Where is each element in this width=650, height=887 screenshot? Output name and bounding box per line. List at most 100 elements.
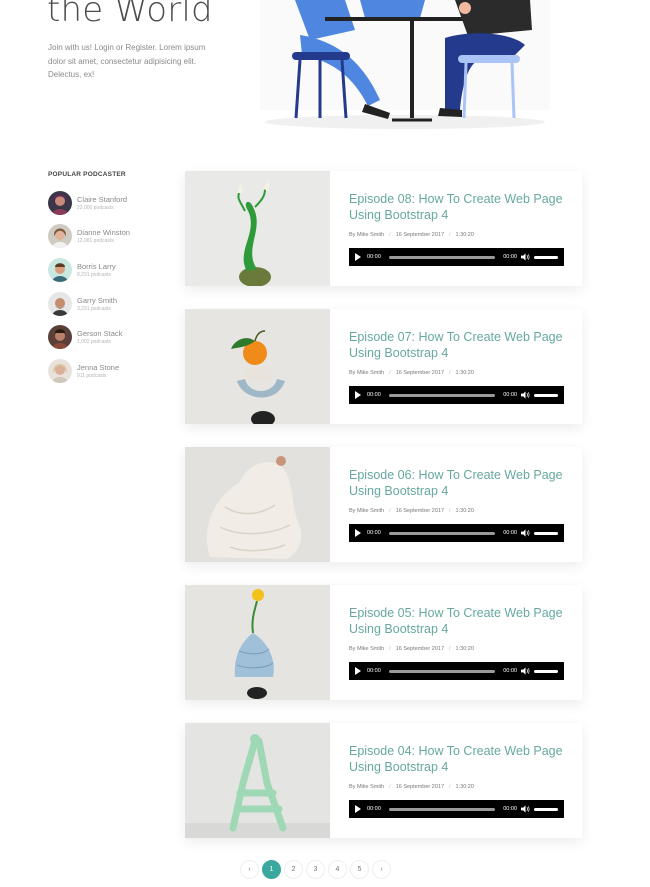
episode-meta: By Mike Smith/16 September 2017/1:30:20 — [349, 784, 474, 790]
seek-bar[interactable] — [388, 807, 496, 811]
play-icon[interactable] — [355, 253, 361, 261]
episode-author[interactable]: By Mike Smith — [349, 370, 384, 376]
volume-icon[interactable] — [521, 667, 530, 675]
podcaster-item[interactable]: Garry Smith 3,291 podcasts — [48, 291, 178, 317]
current-time: 00:00 — [367, 392, 381, 398]
episode-title[interactable]: Episode 07: How To Create Web Page Using… — [349, 329, 569, 361]
avatar — [48, 325, 72, 349]
podcaster-count: 3,291 podcasts — [77, 305, 111, 312]
podcaster-item[interactable]: Dianne Winston 12,081 podcasts — [48, 223, 178, 249]
total-time: 00:00 — [503, 254, 517, 260]
episode-author[interactable]: By Mike Smith — [349, 508, 384, 514]
volume-slider[interactable] — [534, 807, 558, 811]
pagination-page-4[interactable]: 4 — [328, 860, 347, 879]
episode-author[interactable]: By Mike Smith — [349, 646, 384, 652]
episode-author[interactable]: By Mike Smith — [349, 784, 384, 790]
volume-slider[interactable] — [534, 531, 558, 535]
hero-title: the World — [47, 0, 213, 30]
total-time: 00:00 — [503, 392, 517, 398]
podcaster-item[interactable]: Gerson Stack 1,002 podcasts — [48, 324, 178, 350]
episode-date: 16 September 2017 — [395, 646, 445, 652]
pagination-page-1[interactable]: 1 — [262, 860, 281, 879]
avatar — [48, 191, 72, 215]
podcaster-count: 22,000 podcasts — [77, 204, 114, 211]
podcaster-item[interactable]: Borris Larry 8,291 podcasts — [48, 257, 178, 283]
audio-player: 00:00 00:00 — [349, 524, 564, 542]
episode-duration: 1:30:20 — [455, 646, 474, 652]
episode-date: 16 September 2017 — [395, 232, 445, 238]
episode-card: Episode 06: How To Create Web Page Using… — [185, 447, 582, 562]
volume-slider[interactable] — [534, 255, 558, 259]
volume-icon[interactable] — [521, 253, 530, 261]
popular-podcaster-heading: POPULAR PODCASTER — [48, 171, 126, 178]
play-icon[interactable] — [355, 391, 361, 399]
volume-icon[interactable] — [521, 805, 530, 813]
volume-slider[interactable] — [534, 669, 558, 673]
volume-icon[interactable] — [521, 391, 530, 399]
episode-thumbnail[interactable] — [185, 585, 330, 700]
seek-bar[interactable] — [388, 393, 496, 397]
page: the World Join with us! Login or Registe… — [0, 0, 650, 887]
episode-meta: By Mike Smith/16 September 2017/1:30:20 — [349, 370, 474, 376]
avatar — [48, 224, 72, 248]
play-icon[interactable] — [355, 529, 361, 537]
episode-thumbnail[interactable] — [185, 171, 330, 286]
episode-title[interactable]: Episode 06: How To Create Web Page Using… — [349, 467, 569, 499]
episode-date: 16 September 2017 — [395, 784, 445, 790]
episode-duration: 1:30:20 — [455, 370, 474, 376]
podcaster-name: Jenna Stone — [77, 362, 120, 372]
podcaster-count: 12,081 podcasts — [77, 237, 114, 244]
episode-thumbnail[interactable] — [185, 447, 330, 562]
podcaster-name: Garry Smith — [77, 295, 118, 305]
podcaster-name: Borris Larry — [77, 261, 116, 271]
podcaster-item[interactable]: Jenna Stone 911 podcasts — [48, 358, 178, 384]
pagination-prev[interactable]: ‹ — [240, 860, 259, 879]
episode-meta: By Mike Smith/16 September 2017/1:30:20 — [349, 646, 474, 652]
episode-duration: 1:30:20 — [455, 232, 474, 238]
seek-bar[interactable] — [388, 669, 496, 673]
current-time: 00:00 — [367, 530, 381, 536]
episode-card: Episode 07: How To Create Web Page Using… — [185, 309, 582, 424]
episode-author[interactable]: By Mike Smith — [349, 232, 384, 238]
current-time: 00:00 — [367, 668, 381, 674]
total-time: 00:00 — [503, 530, 517, 536]
episode-card: Episode 08: How To Create Web Page Using… — [185, 171, 582, 286]
volume-slider[interactable] — [534, 393, 558, 397]
episode-thumbnail[interactable] — [185, 723, 330, 838]
audio-player: 00:00 00:00 — [349, 248, 564, 266]
pagination-page-2[interactable]: 2 — [284, 860, 303, 879]
total-time: 00:00 — [503, 668, 517, 674]
episode-duration: 1:30:20 — [455, 508, 474, 514]
episode-thumbnail[interactable] — [185, 309, 330, 424]
pagination-next[interactable]: › — [372, 860, 391, 879]
podcaster-count: 911 podcasts — [77, 372, 107, 379]
podcaster-count: 1,002 podcasts — [77, 338, 111, 345]
pagination-page-5[interactable]: 5 — [350, 860, 369, 879]
pagination: ‹ 1 2 3 4 5 › — [240, 860, 391, 879]
audio-player: 00:00 00:00 — [349, 800, 564, 818]
episode-duration: 1:30:20 — [455, 784, 474, 790]
episode-meta: By Mike Smith/16 September 2017/1:30:20 — [349, 508, 474, 514]
audio-player: 00:00 00:00 — [349, 662, 564, 680]
episode-meta: By Mike Smith/16 September 2017/1:30:20 — [349, 232, 474, 238]
podcaster-item[interactable]: Claire Stanford 22,000 podcasts — [48, 190, 178, 216]
episode-title[interactable]: Episode 05: How To Create Web Page Using… — [349, 605, 569, 637]
episode-card: Episode 04: How To Create Web Page Using… — [185, 723, 582, 838]
play-icon[interactable] — [355, 667, 361, 675]
avatar — [48, 292, 72, 316]
episode-title[interactable]: Episode 04: How To Create Web Page Using… — [349, 743, 569, 775]
seek-bar[interactable] — [388, 255, 496, 259]
volume-icon[interactable] — [521, 529, 530, 537]
seek-bar[interactable] — [388, 531, 496, 535]
pagination-page-3[interactable]: 3 — [306, 860, 325, 879]
hero-text: Join with us! Login or Register. Lorem i… — [48, 43, 206, 80]
podcaster-name: Claire Stanford — [77, 194, 128, 204]
current-time: 00:00 — [367, 254, 381, 260]
current-time: 00:00 — [367, 806, 381, 812]
episode-title[interactable]: Episode 08: How To Create Web Page Using… — [349, 191, 569, 223]
episode-date: 16 September 2017 — [395, 508, 445, 514]
play-icon[interactable] — [355, 805, 361, 813]
hero-illustration — [260, 0, 550, 129]
podcaster-name: Gerson Stack — [77, 328, 123, 338]
avatar — [48, 359, 72, 383]
